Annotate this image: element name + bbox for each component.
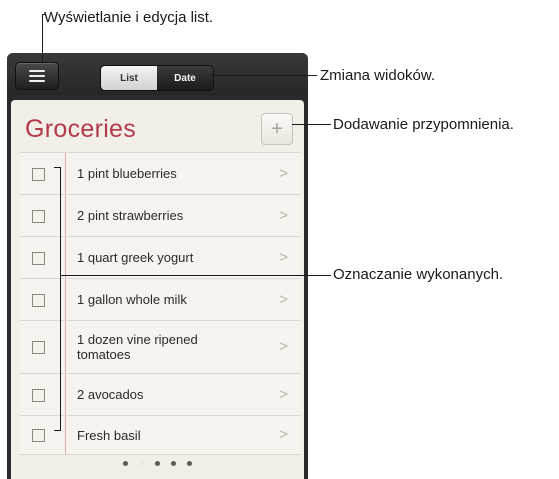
reminders-app: List Date Groceries + 1 pint blueberries… [7, 53, 308, 479]
callout-change-view: Zmiana widoków. [320, 67, 436, 84]
leader-line-view-lists [42, 14, 43, 63]
list-item[interactable]: 1 quart greek yogurt > [20, 236, 300, 278]
list-item-text: 1 pint blueberries [77, 166, 177, 181]
checkbox[interactable] [32, 341, 45, 354]
chevron-right-icon[interactable]: > [279, 207, 288, 225]
list-item-text: 2 pint strawberries [77, 208, 184, 223]
reminder-list: 1 pint blueberries > 2 pint strawberries… [20, 152, 300, 455]
leader-line-view-lists-tick [42, 14, 46, 15]
toolbar: List Date [7, 53, 308, 95]
plus-icon: + [271, 118, 283, 140]
list-item-text: 1 gallon whole milk [77, 292, 187, 307]
checkbox[interactable] [32, 167, 45, 181]
list-item-text: 1 quart greek yogurt [77, 250, 194, 265]
list-item[interactable]: 1 pint blueberries > [20, 152, 300, 194]
callout-view-lists: Wyświetlanie i edycja list. [44, 9, 214, 26]
chevron-right-icon[interactable]: > [279, 249, 288, 267]
leader-line-add-reminder [292, 124, 331, 125]
margin-line [65, 237, 66, 278]
callout-add-reminder: Dodawanie przypomnienia. [333, 116, 514, 133]
checkbox-bracket-bottom [54, 430, 61, 431]
menu-icon [29, 67, 45, 85]
chevron-right-icon[interactable]: > [279, 291, 288, 309]
page-dot-active [139, 461, 144, 466]
page-dot [155, 461, 160, 466]
margin-line [65, 279, 66, 320]
checkbox[interactable] [32, 429, 45, 442]
list-item[interactable]: 2 avocados > [20, 373, 300, 415]
list-item[interactable]: 2 pint strawberries > [20, 194, 300, 236]
checkbox[interactable] [32, 209, 45, 223]
chevron-right-icon[interactable]: > [279, 338, 288, 356]
margin-line [65, 374, 66, 415]
list-item-text: 2 avocados [77, 387, 144, 402]
list-title: Groceries [25, 115, 137, 143]
list-item[interactable]: 1 gallon whole milk > [20, 278, 300, 320]
checkbox-bracket-top [54, 167, 61, 168]
margin-line [65, 321, 66, 373]
view-segmented-control: List Date [100, 65, 214, 91]
chevron-right-icon[interactable]: > [279, 165, 288, 183]
checkbox[interactable] [32, 293, 45, 307]
lists-menu-button[interactable] [15, 62, 59, 90]
chevron-right-icon[interactable]: > [279, 426, 288, 444]
add-reminder-button[interactable]: + [261, 113, 293, 145]
page-indicator[interactable] [7, 461, 308, 466]
checkbox-bracket [60, 167, 61, 430]
list-item-text: 1 dozen vine ripened tomatoes [77, 332, 198, 362]
callout-mark-done: Oznaczanie wykonanych. [333, 266, 504, 283]
page-dot [171, 461, 176, 466]
leader-line-change-view [212, 75, 317, 76]
checkbox[interactable] [32, 388, 45, 402]
leader-line-mark-done [61, 275, 331, 276]
chevron-right-icon[interactable]: > [279, 386, 288, 404]
margin-line [65, 416, 66, 454]
checkbox[interactable] [32, 251, 45, 265]
list-item[interactable]: Fresh basil > [20, 415, 300, 455]
segment-list[interactable]: List [101, 66, 157, 90]
list-card: Groceries + 1 pint blueberries > 2 pint … [11, 100, 304, 479]
page-dot [123, 461, 128, 466]
page-dot [187, 461, 192, 466]
list-item[interactable]: 1 dozen vine ripened tomatoes > [20, 320, 300, 373]
margin-line [65, 153, 66, 194]
margin-line [65, 195, 66, 236]
segment-date[interactable]: Date [157, 66, 213, 90]
list-item-text: Fresh basil [77, 427, 141, 443]
